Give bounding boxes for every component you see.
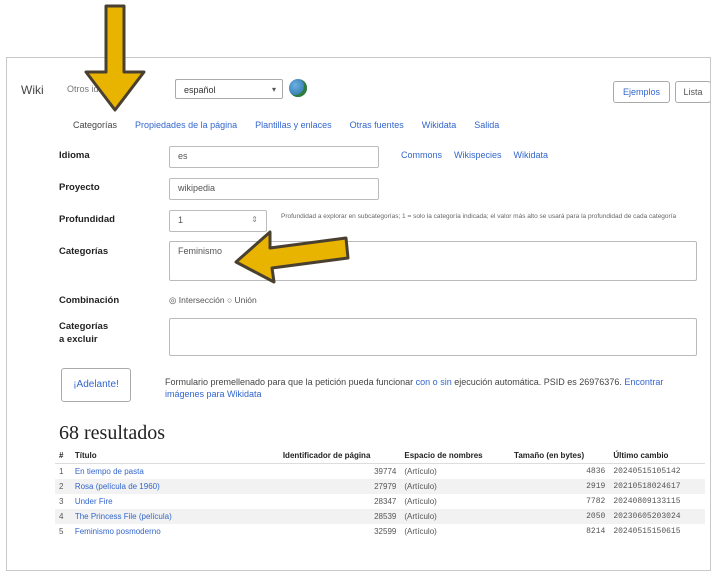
row-size: 8214 (586, 527, 606, 536)
row-size: 2919 (510, 479, 610, 494)
tab-categorias[interactable]: Categorías (73, 120, 117, 130)
row-namespace: (Artículo) (404, 527, 437, 536)
excluir-label-line2: a excluir (59, 334, 98, 345)
row-last-change: 20240809133115 (613, 497, 681, 506)
prefill-text: Formulario premellenado para que la peti… (165, 377, 414, 387)
table-row: 1 En tiempo de pasta 39774 (Artículo) 48… (55, 464, 705, 480)
idioma-label: Idioma (59, 150, 90, 161)
row-index: 4 (55, 509, 71, 524)
row-page-id: 39774 (374, 467, 397, 476)
row-page-id: 28539 (278, 509, 401, 524)
row-page-id: 32599 (374, 527, 397, 536)
row-index: 1 (59, 467, 64, 476)
row-namespace: (Artículo) (400, 479, 511, 494)
table-row: 2 Rosa (película de 1960) 27979 (Artícul… (55, 479, 705, 494)
row-page-id: 28347 (374, 497, 397, 506)
tab-propiedades[interactable]: Propiedades de la página (135, 120, 237, 130)
row-size: 4836 (586, 467, 606, 476)
prefill-notice: Formulario premellenado para que la peti… (165, 376, 695, 400)
categorias-label: Categorías (59, 246, 109, 257)
globe-icon[interactable] (289, 79, 307, 97)
col-last-change[interactable]: Último cambio (609, 448, 705, 464)
row-last-change: 20240515105142 (613, 467, 681, 476)
row-index: 5 (59, 527, 64, 536)
combinacion-radio-group[interactable]: ◎ Intersección ○ Unión (169, 295, 257, 306)
tab-salida[interactable]: Salida (474, 120, 499, 130)
combinacion-label: Combinación (59, 295, 120, 306)
row-title-link[interactable]: Under Fire (71, 494, 279, 509)
wikispecies-link[interactable]: Wikispecies (454, 150, 502, 160)
down-arrow-icon (84, 4, 146, 112)
col-page-id[interactable]: Identificador de página (278, 448, 401, 464)
table-row: 5 Feminismo posmoderno 32599 (Artículo) … (55, 524, 705, 539)
tab-bar: Categorías Propiedades de la página Plan… (73, 120, 499, 130)
proyecto-input[interactable]: wikipedia (169, 178, 379, 200)
app-brand[interactable]: Wiki (21, 83, 44, 97)
language-select-value: español (184, 85, 216, 95)
col-namespace[interactable]: Espacio de nombres (400, 448, 511, 464)
row-last-change: 20210518024617 (609, 479, 705, 494)
prefill-text-2: ejecución automática. PSID es 26976376. (454, 377, 622, 387)
profundidad-label: Profundidad (59, 214, 115, 225)
wikidata-link[interactable]: Wikidata (514, 150, 549, 160)
table-header-row: # Título Identificador de página Espacio… (55, 448, 705, 464)
idioma-input[interactable]: es (169, 146, 379, 168)
tab-plantillas[interactable]: Plantillas y enlaces (255, 120, 332, 130)
col-size[interactable]: Tamaño (en bytes) (510, 448, 610, 464)
col-title[interactable]: Título (70, 448, 279, 464)
prefill-link-con-sin[interactable]: con o sin (416, 377, 452, 387)
left-arrow-icon (234, 230, 350, 284)
row-index: 2 (55, 479, 71, 494)
row-title-link[interactable]: Feminismo posmoderno (71, 524, 279, 539)
tab-otras-fuentes[interactable]: Otras fuentes (350, 120, 404, 130)
row-size: 2050 (510, 509, 610, 524)
list-button[interactable]: Lista (675, 81, 710, 103)
row-title-link[interactable]: En tiempo de pasta (71, 464, 279, 480)
proyecto-label: Proyecto (59, 182, 100, 193)
row-last-change: 20230605203024 (609, 509, 705, 524)
examples-button[interactable]: Ejemplos (613, 81, 670, 103)
profundidad-note: Profundidad a explorar en subcategorías;… (281, 213, 677, 220)
row-index: 3 (59, 497, 64, 506)
project-links: Commons Wikispecies Wikidata (401, 150, 548, 160)
language-select[interactable]: español ▾ (175, 79, 283, 99)
excluir-label-line1: Categorías (59, 321, 109, 332)
profundidad-value: 1 (178, 215, 184, 225)
results-table: # Título Identificador de página Espacio… (55, 448, 705, 539)
row-last-change: 20240515150615 (613, 527, 681, 536)
app-window: Wiki Otros idiomas español ▾ Ejemplos Li… (6, 57, 711, 571)
commons-link[interactable]: Commons (401, 150, 442, 160)
results-heading: 68 resultados (59, 422, 166, 444)
row-namespace: (Artículo) (400, 509, 511, 524)
row-namespace: (Artículo) (404, 497, 437, 506)
row-page-id: 27979 (278, 479, 401, 494)
chevron-down-icon: ▾ (271, 85, 276, 94)
row-namespace: (Artículo) (404, 467, 437, 476)
col-index[interactable]: # (55, 448, 71, 464)
row-title-link[interactable]: Rosa (película de 1960) (70, 479, 279, 494)
row-size: 7782 (586, 497, 606, 506)
excluir-textarea[interactable] (169, 318, 697, 356)
table-row: 3 Under Fire 28347 (Artículo) 7782 20240… (55, 494, 705, 509)
go-button[interactable]: ¡Adelante! (61, 368, 131, 402)
row-title-link[interactable]: The Princess File (película) (70, 509, 279, 524)
tab-wikidata[interactable]: Wikidata (422, 120, 457, 130)
table-row: 4 The Princess File (película) 28539 (Ar… (55, 509, 705, 524)
